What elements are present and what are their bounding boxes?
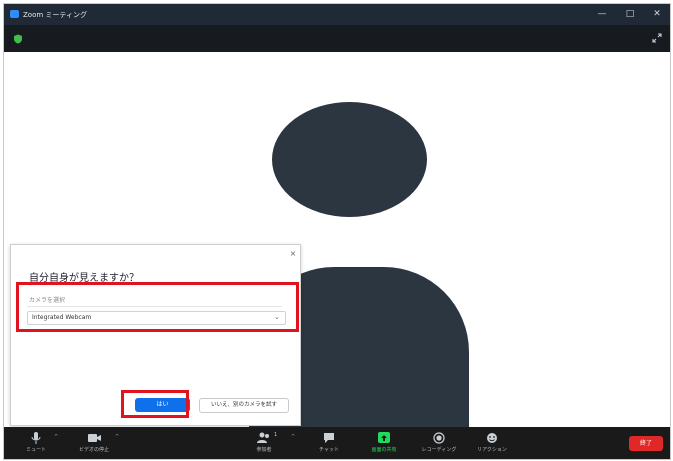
participants-icon [257,432,269,443]
mic-icon [31,432,41,444]
share-screen-icon [378,432,390,443]
maximize-button[interactable]: □ [615,7,645,22]
share-screen-label: 画面の共有 [371,447,397,453]
video-label: ビデオの停止 [78,447,109,453]
participants-label: 参加者 [256,447,272,453]
end-meeting-button[interactable]: 終了 [629,436,663,451]
divider [27,306,282,307]
minimize-button[interactable]: — [587,7,617,22]
record-control[interactable]: レコーディング [417,432,461,458]
meeting-toolbar: ミュート ^ ビデオの停止 ^ 1 参加者 ^ チャット 画面の共有 レコーディ… [4,427,670,459]
video-caret[interactable]: ^ [115,434,119,440]
chat-label: チャット [319,447,339,453]
window-title: Zoom ミーティング [23,11,87,19]
share-screen-control[interactable]: 画面の共有 [362,432,406,458]
reactions-control[interactable]: リアクション [470,432,514,458]
expand-icon[interactable] [652,33,662,43]
video-control[interactable]: ビデオの停止 [72,432,116,458]
participants-control[interactable]: 1 参加者 [242,432,286,458]
camera-select-value: Integrated Webcam [32,314,92,321]
chat-control[interactable]: チャット [307,432,351,458]
chevron-down-icon: ⌄ [274,313,280,321]
chat-icon [324,433,334,443]
video-check-dialog: × 自分自身が見えますか？ カメラを選択 Integrated Webcam ⌄… [10,244,301,426]
record-label: レコーディング [421,447,457,453]
mute-control[interactable]: ミュート [14,432,58,458]
dialog-close-button[interactable]: × [289,250,297,258]
participants-count: 1 [274,432,278,438]
video-camera-icon [88,434,101,442]
reactions-label: リアクション [477,447,507,453]
mute-label: ミュート [25,447,46,453]
reactions-icon [487,433,497,443]
zoom-window: Zoom ミーティング — □ ✕ × 自分自身が見えますか？ カメラを選択 I… [3,3,671,460]
app-icon [10,10,19,18]
camera-select-label: カメラを選択 [29,297,66,304]
title-bar: Zoom ミーティング — □ ✕ [4,4,670,25]
try-another-camera-button[interactable]: いいえ、別のカメラを試す [199,398,289,413]
mute-caret[interactable]: ^ [54,434,58,440]
avatar-head [272,102,427,217]
yes-button[interactable]: はい [135,398,190,412]
dialog-title: 自分自身が見えますか？ [29,273,139,284]
close-window-button[interactable]: ✕ [642,7,670,22]
record-icon [433,432,445,444]
shield-icon[interactable] [13,34,23,44]
camera-select[interactable]: Integrated Webcam ⌄ [27,311,286,325]
meeting-top-bar [4,25,670,52]
participants-caret[interactable]: ^ [291,434,295,440]
